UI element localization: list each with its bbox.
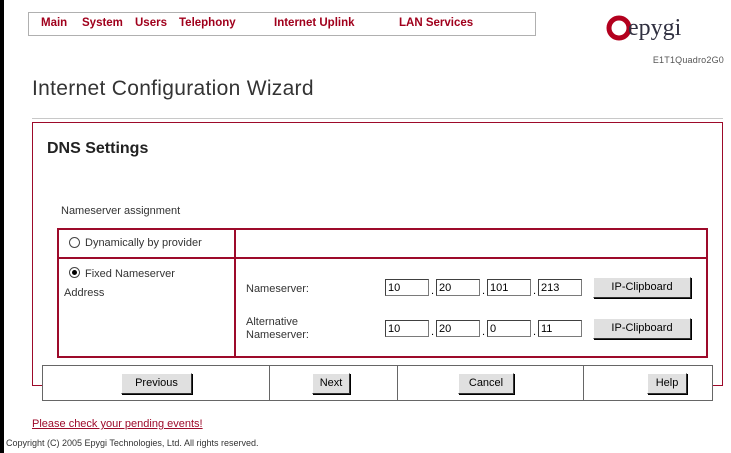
nameserver-ip-clipboard-button[interactable]: IP-Clipboard <box>593 277 691 298</box>
nameserver-octet-3[interactable] <box>487 279 531 296</box>
next-button[interactable]: Next <box>312 373 350 394</box>
alt-nameserver-octet-4[interactable] <box>538 320 582 337</box>
nameserver-label: Nameserver: <box>246 283 309 295</box>
alt-nameserver-octet-1[interactable] <box>385 320 429 337</box>
alt-nameserver-label-line2: Nameserver: <box>246 329 309 341</box>
previous-button[interactable]: Previous <box>121 373 192 394</box>
option-fixed-label-line1: Fixed Nameserver <box>85 268 175 280</box>
ip-dot: . <box>482 285 486 297</box>
alt-nameserver-label-line1: Alternative <box>246 316 298 328</box>
epygi-logo: epygi <box>606 15 724 45</box>
window-left-border <box>0 0 4 453</box>
radio-fixed-nameserver[interactable] <box>69 267 80 278</box>
alt-nameserver-octet-3[interactable] <box>487 320 531 337</box>
cancel-button[interactable]: Cancel <box>458 373 514 394</box>
nav-telephony[interactable]: Telephony <box>179 17 236 29</box>
option-dynamic-label: Dynamically by provider <box>85 237 202 249</box>
pending-events-link[interactable]: Please check your pending events! <box>32 418 203 430</box>
nav-internet-uplink[interactable]: Internet Uplink <box>274 17 355 29</box>
table-row-divider <box>57 257 708 259</box>
table-column-divider <box>234 228 236 358</box>
page-title: Internet Configuration Wizard <box>32 77 314 100</box>
alt-nameserver-ip-clipboard-button[interactable]: IP-Clipboard <box>593 318 691 339</box>
copyright-text: Copyright (C) 2005 Epygi Technologies, L… <box>6 438 259 448</box>
ip-dot: . <box>431 285 435 297</box>
nav-system[interactable]: System <box>82 17 123 29</box>
cell-divider <box>583 365 584 401</box>
radio-dynamic[interactable] <box>69 237 80 248</box>
help-button[interactable]: Help <box>647 373 687 394</box>
top-navigation-bar: Main System Users Telephony Internet Upl… <box>28 12 536 36</box>
cell-divider <box>269 365 270 401</box>
nameserver-octet-2[interactable] <box>436 279 480 296</box>
nav-main[interactable]: Main <box>41 17 67 29</box>
device-model: E1T1Quadro2G0 <box>652 55 724 65</box>
nameserver-octet-1[interactable] <box>385 279 429 296</box>
nav-lan-services[interactable]: LAN Services <box>399 17 473 29</box>
ip-dot: . <box>533 326 537 338</box>
option-fixed-label-line2: Address <box>64 287 105 299</box>
alt-nameserver-octet-2[interactable] <box>436 320 480 337</box>
section-title: DNS Settings <box>47 140 149 157</box>
ip-dot: . <box>533 285 537 297</box>
nameserver-octet-4[interactable] <box>538 279 582 296</box>
nameserver-assignment-label: Nameserver assignment <box>61 205 181 217</box>
ip-dot: . <box>431 326 435 338</box>
divider <box>32 118 723 119</box>
nav-users[interactable]: Users <box>135 17 167 29</box>
ip-dot: . <box>482 326 486 338</box>
cell-divider <box>397 365 398 401</box>
logo-wordmark: epygi <box>628 15 682 41</box>
